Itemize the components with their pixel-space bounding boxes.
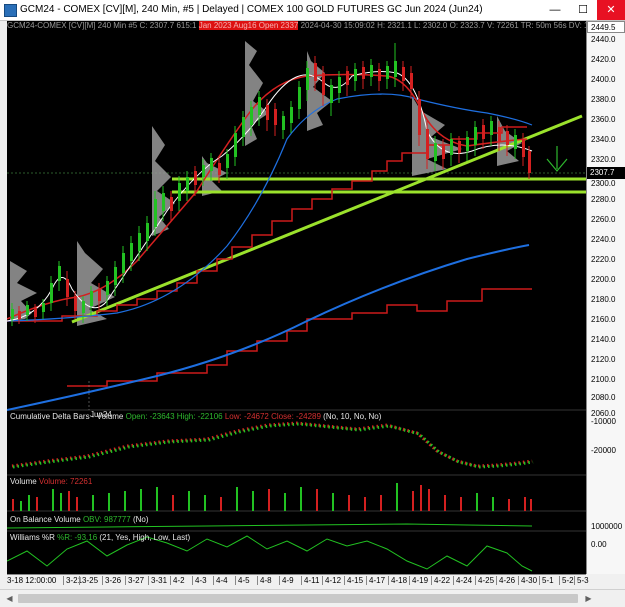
time-label: 4-24 — [453, 576, 472, 585]
horizontal-scrollbar[interactable]: ◀ ▶ — [0, 589, 625, 607]
volume-bars — [12, 483, 532, 511]
app-icon — [4, 4, 17, 17]
price-tick: 2300.0 — [591, 179, 616, 188]
minimize-button[interactable]: — — [541, 0, 569, 20]
last-price-label: 2307.7 — [587, 167, 625, 179]
price-tick: 2440.0 — [591, 35, 616, 44]
time-label: 5-1 — [539, 576, 554, 585]
header-tick: 615:1 — [176, 21, 197, 30]
price-tick: 2220.0 — [591, 255, 616, 264]
time-label: 3-31 — [148, 576, 167, 585]
time-label: 4-12 — [322, 576, 341, 585]
price-axis[interactable]: 2449.5 2440.0 2420.0 2400.0 2380.0 2360.… — [586, 21, 625, 574]
price-tick: 2080.0 — [591, 393, 616, 402]
price-tick: 2180.0 — [591, 295, 616, 304]
scroll-left-icon[interactable]: ◀ — [3, 592, 16, 605]
price-tick: 2380.0 — [591, 95, 616, 104]
time-label: 3-18 12:00:00 — [7, 576, 57, 585]
williams-label: Williams %R %R: -93.16 (21, Yes, High, L… — [10, 533, 191, 542]
time-label: 3-27 — [125, 576, 144, 585]
price-chart-canvas — [7, 41, 586, 572]
scrollbar-thumb[interactable] — [18, 594, 578, 603]
williams-tick: 0.00 — [591, 540, 607, 549]
time-label: 3-26 — [102, 576, 121, 585]
time-label: 4-11 — [301, 576, 319, 585]
time-label: 4-25 — [475, 576, 494, 585]
price-tick: 2420.0 — [591, 55, 616, 64]
cumulative-delta-label: Cumulative Delta Bars - Volume Open: -23… — [10, 412, 382, 421]
header-symbol: GCM24-COMEX [CV][M] 240 Min #5 — [7, 21, 138, 30]
price-tick: 2260.0 — [591, 215, 616, 224]
volume-label: Volume Volume: 72261 — [10, 477, 93, 486]
close-button[interactable]: ✕ — [597, 0, 625, 20]
time-label: 5-3 — [574, 576, 589, 585]
scroll-right-icon[interactable]: ▶ — [582, 592, 595, 605]
price-tick: 2280.0 — [591, 195, 616, 204]
down-arrow-annotation — [546, 146, 568, 172]
trendline — [71, 114, 583, 324]
price-tick: 2100.0 — [591, 375, 616, 384]
price-tick: 2120.0 — [591, 355, 616, 364]
price-tick: 2160.0 — [591, 315, 616, 324]
time-label: 4-9 — [279, 576, 294, 585]
obv-tick: 1000000 — [591, 522, 623, 531]
price-tick: 2200.0 — [591, 275, 616, 284]
time-label: 4-2 — [170, 576, 185, 585]
time-label: 5-2 — [559, 576, 574, 585]
price-tick: 2340.0 — [591, 135, 616, 144]
price-tick: 2320.0 — [591, 155, 616, 164]
time-label: 4-26 — [496, 576, 515, 585]
time-label: 4-15 — [344, 576, 363, 585]
time-label: 4-3 — [192, 576, 207, 585]
time-label: 4-19 — [409, 576, 428, 585]
header-ohlc: 2024-04-30 15:09:02 H: 2321.1 L: 2302.0 … — [300, 21, 586, 30]
cd-tick: -20000 — [591, 446, 616, 455]
obv-label: On Balance Volume OBV: 987777 (No) — [10, 515, 149, 524]
window-title: GCM24 - COMEX [CV][M], 240 Min, #5 | Del… — [20, 4, 483, 15]
time-label: 4-5 — [235, 576, 250, 585]
maximize-button[interactable]: ☐ — [569, 0, 597, 20]
header-highlight: Jan 2023 Aug16 Open 2337 — [198, 21, 299, 30]
time-label: 4-4 — [213, 576, 228, 585]
obv-line — [7, 523, 533, 529]
price-tick: 2400.0 — [591, 75, 616, 84]
time-label: 4-18 — [388, 576, 407, 585]
chart-header: GCM24-COMEX [CV][M] 240 Min #5 C: 2307.7… — [7, 21, 586, 30]
cd-tick: -10000 — [591, 417, 616, 426]
time-axis[interactable]: 3-18 12:00:00 3-21 3-25 3-26 3-27 3-31 4… — [7, 574, 589, 589]
price-tick: 2240.0 — [591, 235, 616, 244]
time-label: 3-25 — [79, 576, 98, 585]
chart-window: GCM24 - COMEX [CV][M], 240 Min, #5 | Del… — [0, 0, 625, 607]
header-close: C: 2307.7 — [139, 21, 175, 30]
title-bar[interactable]: GCM24 - COMEX [CV][M], 240 Min, #5 | Del… — [0, 0, 625, 21]
price-tick: 2140.0 — [591, 335, 616, 344]
chart-area[interactable]: GCM24-COMEX [CV][M] 240 Min #5 C: 2307.7… — [7, 21, 586, 574]
time-label: 4-22 — [431, 576, 450, 585]
top-price-label: 2449.5 — [587, 21, 625, 33]
time-label: 4-30 — [518, 576, 537, 585]
time-label: 4-17 — [366, 576, 385, 585]
cumulative-delta-bars — [11, 421, 534, 469]
time-label: 4-8 — [257, 576, 272, 585]
price-tick: 2360.0 — [591, 115, 616, 124]
